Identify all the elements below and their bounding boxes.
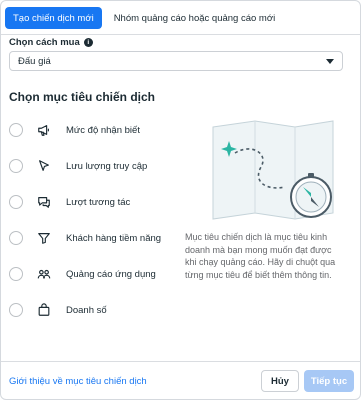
- objective-leads[interactable]: Khách hàng tiềm năng: [9, 226, 179, 250]
- buying-type-label: Chọn cách mua: [9, 37, 80, 48]
- continue-button[interactable]: Tiếp tục: [304, 370, 354, 392]
- tab-new-adset-or-ad[interactable]: Nhóm quảng cáo hoặc quảng cáo mới: [106, 7, 284, 29]
- header-divider: [1, 34, 360, 35]
- campaign-objective-dialog: Tạo chiến dịch mới Nhóm quảng cáo hoặc q…: [0, 0, 361, 400]
- footer-divider: [1, 361, 360, 362]
- tab-new-campaign[interactable]: Tạo chiến dịch mới: [5, 7, 102, 29]
- objective-traffic[interactable]: Lưu lượng truy cập: [9, 154, 179, 178]
- people-icon: [32, 262, 56, 286]
- objective-description: Mục tiêu chiến dịch là mục tiêu kinh doa…: [185, 232, 336, 280]
- objective-label: Lưu lượng truy cập: [66, 160, 148, 172]
- radio-button[interactable]: [9, 303, 23, 317]
- objective-label: Quảng cáo ứng dụng: [66, 268, 156, 280]
- buying-type-value: Đấu giá: [18, 55, 51, 67]
- buying-type-label-row: Chọn cách mua i: [9, 37, 93, 48]
- objective-section-title: Chọn mục tiêu chiến dịch: [9, 90, 156, 104]
- objective-app-promotion[interactable]: Quảng cáo ứng dụng: [9, 262, 179, 286]
- map-compass-illustration: [212, 120, 334, 220]
- tab-bar: Tạo chiến dịch mới Nhóm quảng cáo hoặc q…: [5, 7, 283, 29]
- radio-button[interactable]: [9, 231, 23, 245]
- objective-engagement[interactable]: Lượt tương tác: [9, 190, 179, 214]
- radio-button[interactable]: [9, 195, 23, 209]
- caret-down-icon: [326, 58, 334, 64]
- radio-button[interactable]: [9, 267, 23, 281]
- objective-label: Khách hàng tiềm năng: [66, 232, 162, 244]
- objective-label: Mức độ nhận biết: [66, 124, 140, 136]
- radio-button[interactable]: [9, 159, 23, 173]
- buying-type-select[interactable]: Đấu giá: [9, 51, 343, 71]
- objective-label: Lượt tương tác: [66, 196, 131, 208]
- radio-button[interactable]: [9, 123, 23, 137]
- learn-about-objectives-link[interactable]: Giới thiệu về mục tiêu chiến dịch: [9, 376, 147, 387]
- objective-label: Doanh số: [66, 304, 107, 316]
- objective-awareness[interactable]: Mức độ nhận biết: [9, 118, 179, 142]
- objective-sales[interactable]: Doanh số: [9, 298, 179, 322]
- objective-list: Mức độ nhận biết Lưu lượng truy cập Lượt…: [9, 118, 179, 334]
- info-icon[interactable]: i: [83, 38, 93, 47]
- filter-icon: [32, 226, 56, 250]
- megaphone-icon: [32, 118, 56, 142]
- cursor-icon: [32, 154, 56, 178]
- cancel-button[interactable]: Hủy: [261, 370, 299, 392]
- shopping-bag-icon: [32, 298, 56, 322]
- chat-bubble-icon: [32, 190, 56, 214]
